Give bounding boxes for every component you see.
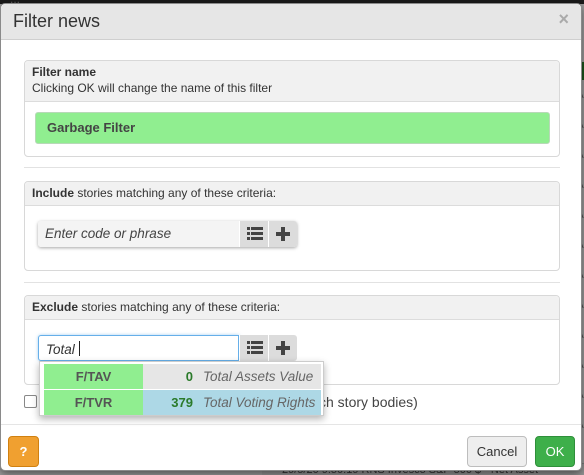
filter-name-heading: Filter name Clicking OK will change the … <box>25 61 559 102</box>
filter-name-field[interactable]: Garbage Filter <box>35 112 550 144</box>
close-icon[interactable]: × <box>558 9 569 30</box>
filter-news-dialog: Filter news × Filter name Clicking OK wi… <box>0 3 582 471</box>
option-code: F/TAV <box>44 364 143 389</box>
cancel-button[interactable]: Cancel <box>467 436 527 467</box>
include-list-button[interactable] <box>239 221 268 247</box>
include-code-input[interactable]: Enter code or phrase <box>38 221 239 247</box>
option-count: 379 <box>171 395 193 410</box>
exclude-heading-bold: Exclude <box>32 300 79 314</box>
include-heading-text: stories matching any of these criteria: <box>74 186 277 200</box>
exclude-code-group: Total <box>38 335 297 361</box>
exclude-input-value: Total <box>46 342 75 357</box>
option-count: 0 <box>185 369 193 384</box>
list-icon <box>247 341 263 354</box>
exclude-heading: Exclude stories matching any of these cr… <box>25 296 559 320</box>
divider <box>24 167 560 168</box>
include-heading: Include stories matching any of these cr… <box>25 182 559 206</box>
exclude-list-button[interactable] <box>239 335 268 361</box>
divider <box>24 282 560 283</box>
exclude-add-button[interactable] <box>268 335 297 361</box>
filter-name-panel: Filter name Clicking OK will change the … <box>24 60 560 157</box>
option-description: Total Assets Value <box>203 369 314 384</box>
include-code-group: Enter code or phrase <box>38 221 297 247</box>
autocomplete-option[interactable]: F/TAV 0 Total Assets Value <box>43 364 321 389</box>
help-button[interactable]: ? <box>8 436 39 467</box>
list-icon <box>247 227 263 240</box>
option-code: F/TVR <box>44 390 143 415</box>
include-placeholder: Enter code or phrase <box>45 226 172 241</box>
include-add-button[interactable] <box>268 221 297 247</box>
ok-button[interactable]: OK <box>535 436 575 467</box>
include-panel: Include stories matching any of these cr… <box>24 181 560 271</box>
dialog-header: Filter news × <box>1 4 581 40</box>
plus-icon <box>276 227 290 241</box>
include-heading-bold: Include <box>32 186 75 200</box>
plus-icon <box>276 341 290 355</box>
filter-name-title: Filter name <box>32 65 97 79</box>
dialog-title: Filter news <box>13 11 101 31</box>
text-caret <box>78 341 80 356</box>
footer-divider <box>1 424 581 425</box>
exclude-code-input[interactable]: Total <box>38 335 239 361</box>
autocomplete-dropdown: F/TAV 0 Total Assets Value F/TVR 379 Tot… <box>39 361 324 416</box>
search-bodies-checkbox[interactable] <box>24 395 37 408</box>
option-description: Total Voting Rights <box>203 395 316 410</box>
autocomplete-option-highlighted[interactable]: F/TVR 379 Total Voting Rights <box>43 390 321 415</box>
search-bodies-label: ch story bodies) <box>319 394 418 410</box>
filter-name-hint: Clicking OK will change the name of this… <box>32 81 273 95</box>
exclude-heading-text: stories matching any of these criteria: <box>78 300 281 314</box>
